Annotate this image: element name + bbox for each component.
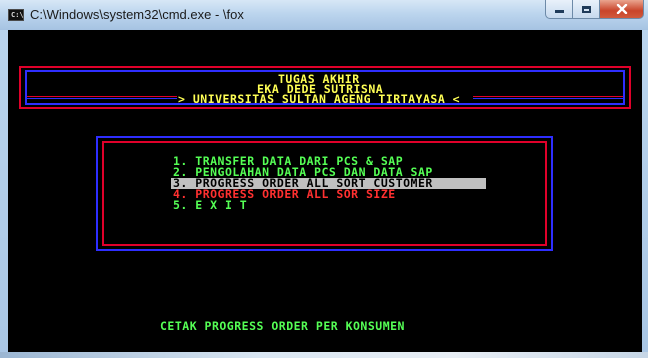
close-button[interactable] (600, 0, 644, 19)
header-divider-left (27, 96, 177, 99)
maximize-button[interactable] (573, 0, 600, 19)
minimize-icon (554, 10, 564, 13)
console-area[interactable]: TUGAS AKHIR EKA DEDE SUTRISNA > UNIVERSI… (8, 30, 642, 352)
cmd-icon-label: C:\ (11, 11, 24, 19)
window-title: C:\Windows\system32\cmd.exe - \fox (30, 7, 244, 22)
header-divider-right (473, 96, 623, 99)
maximize-icon (581, 5, 591, 13)
header-university: > UNIVERSITAS SULTAN AGENG TIRTAYASA < (178, 92, 461, 106)
cmd-app-icon[interactable]: C:\ (8, 9, 24, 21)
minimize-button[interactable] (545, 0, 573, 19)
window-bottom-edge (0, 352, 648, 358)
caption-buttons (545, 0, 644, 20)
status-message: CETAK PROGRESS ORDER PER KONSUMEN (160, 319, 405, 333)
menu-item-label: 5. E X I T (173, 198, 248, 212)
cmd-window: C:\ C:\Windows\system32\cmd.exe - \fox T… (0, 0, 648, 358)
close-icon (616, 4, 627, 14)
title-bar[interactable]: C:\ C:\Windows\system32\cmd.exe - \fox (0, 0, 648, 30)
